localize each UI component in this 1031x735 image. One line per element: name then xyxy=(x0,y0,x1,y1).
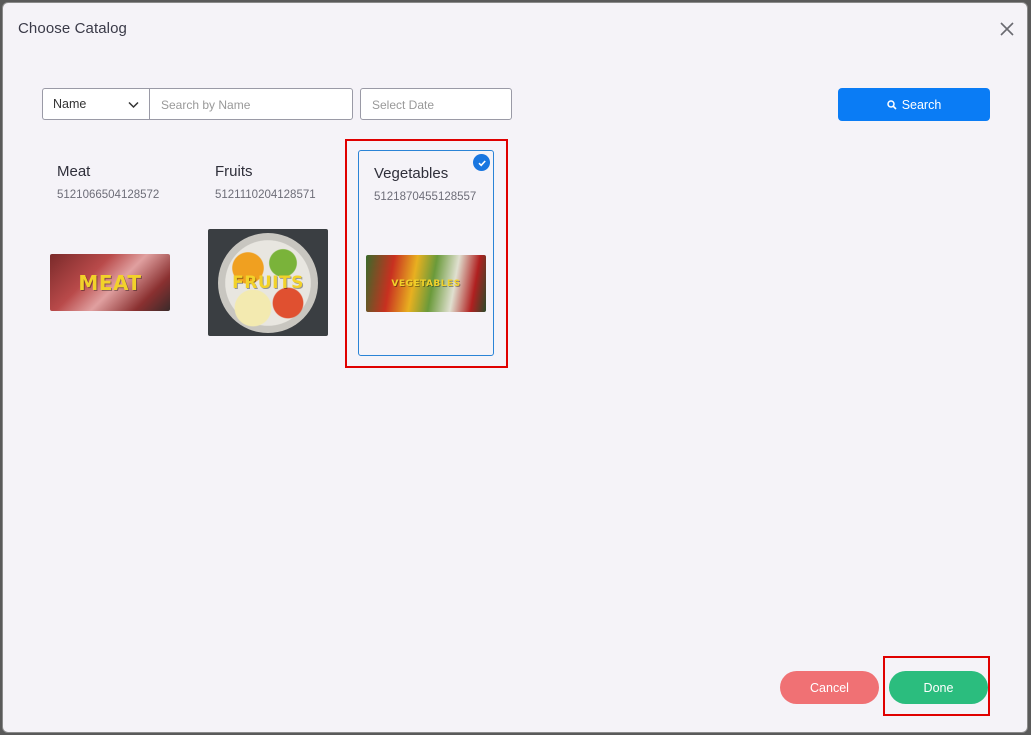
catalog-code: 5121066504128572 xyxy=(57,189,160,201)
done-button[interactable]: Done xyxy=(889,671,988,704)
date-placeholder: Select Date xyxy=(372,98,435,112)
meat-image-text: MEAT xyxy=(78,270,142,295)
choose-catalog-dialog: Choose Catalog Name Search by Name Selec… xyxy=(2,2,1028,733)
catalog-name: Vegetables xyxy=(374,165,449,182)
search-button-label: Search xyxy=(901,97,942,112)
catalog-code: 5121110204128571 xyxy=(215,189,316,201)
dialog-title: Choose Catalog xyxy=(18,20,127,37)
search-button[interactable]: Search xyxy=(838,88,990,121)
meat-image: MEAT xyxy=(50,254,170,311)
selected-check-icon xyxy=(473,154,490,171)
fruits-image-text: FRUITS xyxy=(232,272,304,293)
catalog-name: Meat xyxy=(57,163,91,180)
filter-field-select[interactable]: Name xyxy=(42,88,150,120)
search-placeholder: Search by Name xyxy=(161,98,251,112)
vegetables-image-text: VEGETABLES xyxy=(391,278,461,289)
catalog-card-vegetables[interactable]: Vegetables 5121870455128557 VEGETABLES xyxy=(358,150,494,356)
cancel-button-label: Cancel xyxy=(810,680,849,695)
close-icon[interactable] xyxy=(997,19,1017,39)
catalog-name: Fruits xyxy=(215,163,253,180)
vegetables-image: VEGETABLES xyxy=(366,255,486,312)
search-input[interactable]: Search by Name xyxy=(149,88,353,120)
date-input[interactable]: Select Date xyxy=(360,88,512,120)
catalog-card-fruits[interactable]: Fruits 5121110204128571 FRUITS xyxy=(200,149,336,355)
done-button-label: Done xyxy=(923,680,954,695)
search-icon xyxy=(886,99,897,110)
filter-field-value: Name xyxy=(53,97,87,111)
chevron-down-icon xyxy=(128,101,139,109)
catalog-code: 5121870455128557 xyxy=(374,191,477,203)
catalog-card-meat[interactable]: Meat 5121066504128572 MEAT xyxy=(42,149,178,355)
cancel-button[interactable]: Cancel xyxy=(780,671,879,704)
fruits-image: FRUITS xyxy=(208,229,328,336)
